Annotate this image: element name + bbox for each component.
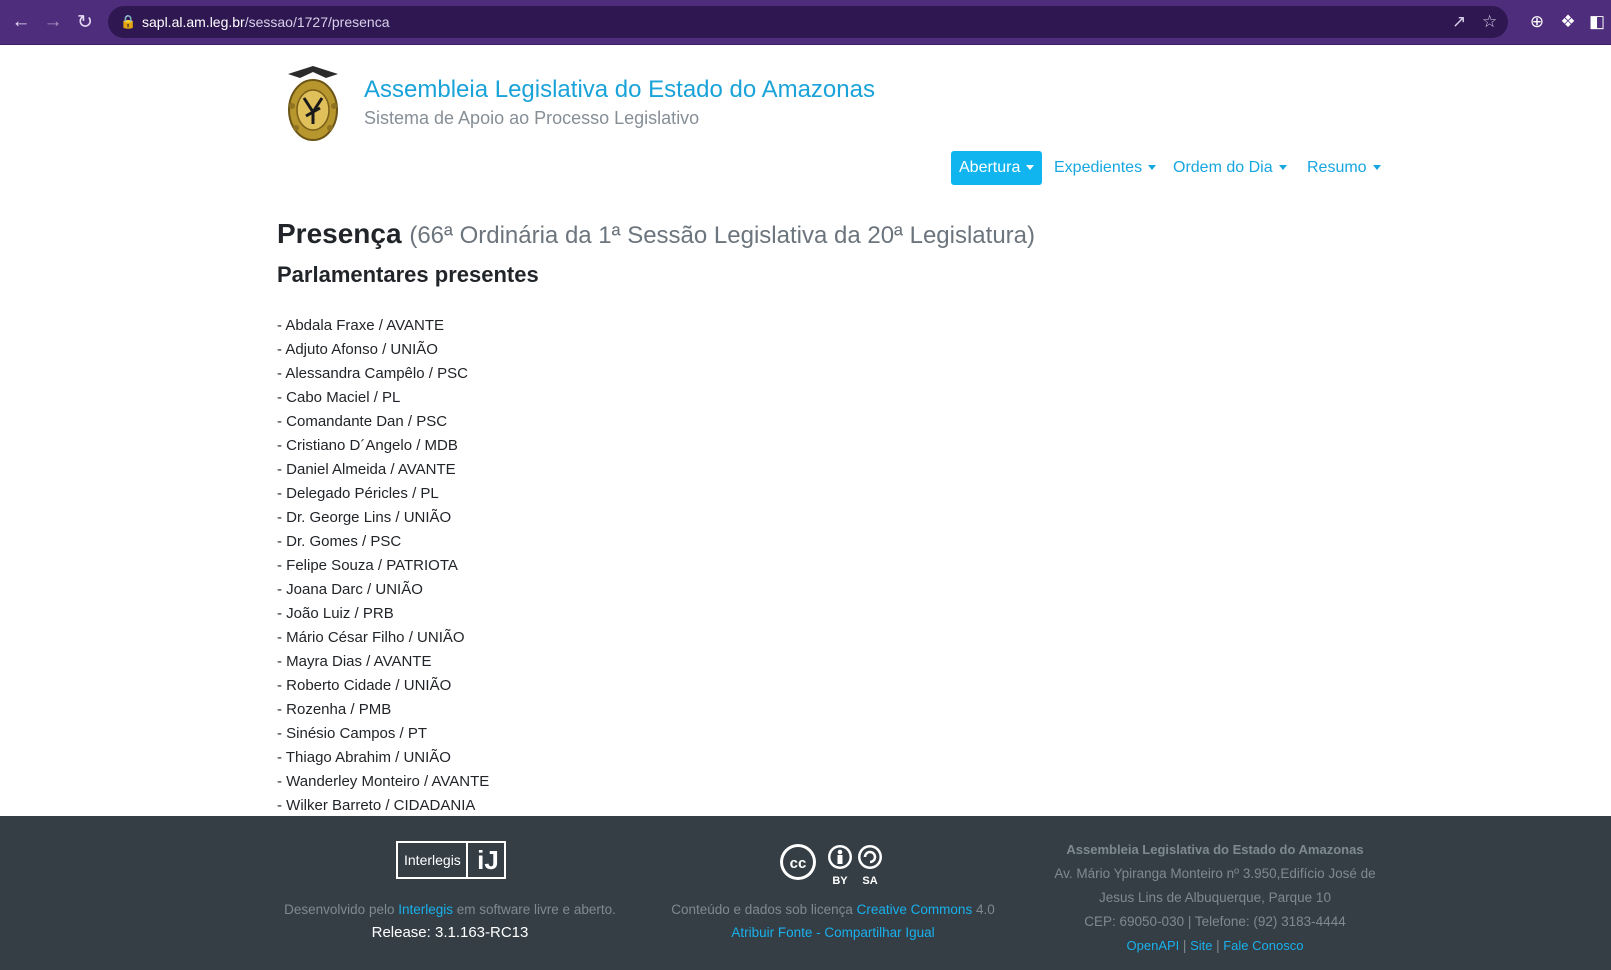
members-present-list: - Abdala Fraxe / AVANTE - Adjuto Afonso /… (277, 314, 489, 818)
menu-ordem-do-dia[interactable]: Ordem do Dia (1173, 151, 1287, 185)
interlegis-logo-text: Interlegis (404, 852, 461, 868)
member-list-item: - Dr. Gomes / PSC (277, 533, 402, 550)
svg-text:cc: cc (790, 855, 807, 872)
license-terms-link[interactable]: Atribuir Fonte - Compartilhar Igual (633, 925, 1033, 940)
footer-address-line2: Jesus Lins de Albuquerque, Parque 10 (1099, 890, 1331, 905)
interlegis-mark-icon: iJ (477, 845, 499, 875)
member-list-item: - Mayra Dias / AVANTE (277, 653, 432, 670)
member-list-item: - Comandante Dan / PSC (277, 413, 448, 430)
member-list-item: - Thiago Abrahim / UNIÃO (277, 749, 451, 766)
footer-address-block: Assembleia Legislativa do Estado do Amaz… (1030, 838, 1400, 958)
address-url: sapl.al.am.leg.br/sessao/1727/presenca (142, 14, 390, 30)
logo-divider (466, 843, 468, 877)
member-list-item: - Rozenha / PMB (277, 701, 392, 718)
menu-abertura[interactable]: Abertura (951, 151, 1043, 185)
assembly-seal-logo[interactable] (282, 64, 344, 144)
developed-suffix: em software livre e aberto. (456, 902, 616, 917)
side-panel-icon[interactable]: ◧ (1584, 9, 1610, 35)
browser-toolbar: ← → ↻ 🔒 sapl.al.am.leg.br/sessao/1727/pr… (0, 0, 1611, 45)
footer: Interlegis iJ Desenvolvido pelo Interleg… (0, 816, 1611, 970)
developed-prefix: Desenvolvido pelo (284, 902, 395, 917)
caret-down-icon (1026, 165, 1035, 171)
menu-resumo-label: Resumo (1307, 159, 1367, 176)
address-bar[interactable]: 🔒 sapl.al.am.leg.br/sessao/1727/presenca… (108, 6, 1508, 38)
footer-contact: CEP: 69050-030 | Telefone: (92) 3183-444… (1084, 914, 1346, 929)
developed-by-text: Desenvolvido pelo Interlegis em software… (250, 902, 650, 917)
member-list-item: - Mário César Filho / UNIÃO (277, 629, 465, 646)
page-title-main: Presença (277, 218, 402, 249)
license-text: Conteúdo e dados sob licença Creative Co… (633, 902, 1033, 917)
site-title[interactable]: Assembleia Legislativa do Estado do Amaz… (364, 76, 875, 104)
contact-link[interactable]: Fale Conosco (1223, 938, 1303, 953)
extension-plus-icon[interactable]: ⊕ (1524, 9, 1550, 35)
interlegis-link[interactable]: Interlegis (398, 902, 453, 917)
interlegis-logo[interactable]: Interlegis iJ (396, 841, 506, 879)
member-list-item: - Joana Darc / UNIÃO (277, 581, 423, 598)
menu-resumo[interactable]: Resumo (1307, 151, 1381, 185)
lock-icon: 🔒 (120, 14, 137, 29)
member-list-item: - Wilker Barreto / CIDADANIA (277, 797, 476, 814)
menu-expedientes[interactable]: Expedientes (1054, 151, 1157, 185)
license-prefix: Conteúdo e dados sob licença (671, 902, 853, 917)
member-list-item: - Felipe Souza / PATRIOTA (277, 557, 458, 574)
menu-ordem-do-dia-label: Ordem do Dia (1173, 159, 1273, 176)
caret-down-icon (1148, 165, 1157, 171)
member-list-item: - Dr. George Lins / UNIÃO (277, 509, 452, 526)
openapi-link[interactable]: OpenAPI (1127, 938, 1180, 953)
caret-down-icon (1278, 165, 1287, 171)
forward-icon[interactable]: → (40, 9, 66, 35)
creative-commons-link[interactable]: Creative Commons (857, 902, 973, 917)
section-heading: Parlamentares presentes (277, 262, 539, 287)
extensions-puzzle-icon[interactable]: ❖ (1555, 9, 1581, 35)
page-title: Presença (66ª Ordinária da 1ª Sessão Leg… (277, 218, 1035, 250)
site-subtitle: Sistema de Apoio ao Processo Legislativo (364, 108, 700, 128)
back-icon[interactable]: ← (8, 9, 34, 35)
site-link[interactable]: Site (1190, 938, 1212, 953)
member-list-item: - Alessandra Campêlo / PSC (277, 365, 468, 382)
cc-by-label: BY (832, 875, 848, 886)
member-list-item: - Daniel Almeida / AVANTE (277, 461, 456, 478)
member-list-item: - Wanderley Monteiro / AVANTE (277, 773, 490, 790)
footer-links: OpenAPI | Site | Fale Conosco (1126, 938, 1304, 953)
menu-expedientes-label: Expedientes (1054, 159, 1143, 176)
member-list-item: - Delegado Péricles / PL (277, 485, 439, 502)
member-list-item: - Cabo Maciel / PL (277, 389, 401, 406)
reload-icon[interactable]: ↻ (72, 9, 98, 35)
footer-org-name: Assembleia Legislativa do Estado do Amaz… (1066, 842, 1364, 857)
member-list-item: - João Luiz / PRB (277, 605, 394, 622)
menu-abertura-label: Abertura (959, 159, 1021, 176)
footer-address-line1: Av. Mário Ypiranga Monteiro nº 3.950,Edi… (1054, 866, 1376, 881)
member-list-item: - Roberto Cidade / UNIÃO (277, 677, 452, 694)
member-list-item: - Adjuto Afonso / UNIÃO (277, 341, 438, 358)
member-list-item: - Sinésio Campos / PT (277, 725, 428, 742)
member-list-item: - Abdala Fraxe / AVANTE (277, 317, 445, 334)
member-list-item: - Cristiano D´Angelo / MDB (277, 437, 458, 454)
license-version: 4.0 (975, 902, 995, 917)
page-title-session: (66ª Ordinária da 1ª Sessão Legislativa … (409, 222, 1036, 249)
creative-commons-icons[interactable]: cc BY SA (778, 842, 888, 886)
release-version: Release: 3.1.163-RC13 (371, 924, 529, 941)
share-icon[interactable]: ↗ (1452, 6, 1466, 38)
caret-down-icon (1372, 165, 1381, 171)
bookmark-star-icon[interactable]: ☆ (1482, 6, 1497, 38)
cc-sa-label: SA (862, 875, 877, 886)
